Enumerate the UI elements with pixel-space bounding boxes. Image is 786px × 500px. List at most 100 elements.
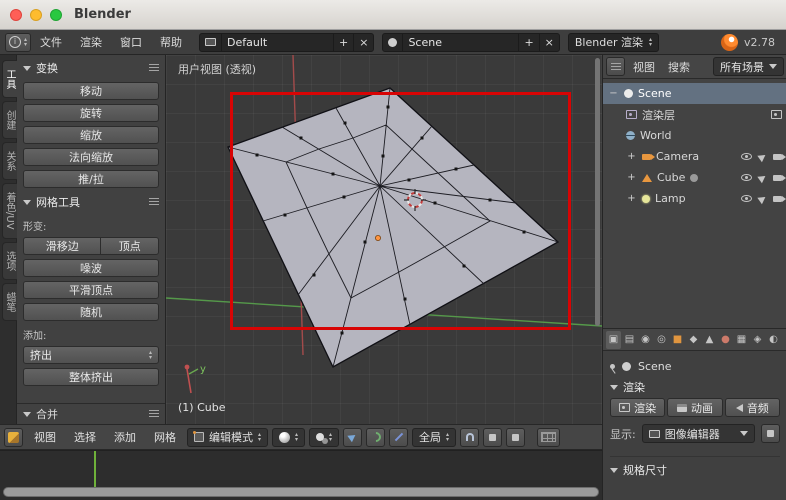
tree-row-cube[interactable]: Cube [603,167,786,188]
renderability-toggle-icon[interactable] [773,174,786,181]
tree-row-camera[interactable]: Camera [603,146,786,167]
tab-relations[interactable]: 关系 [2,142,17,180]
select-menu[interactable]: 选择 [67,429,103,445]
editor-type-button[interactable] [5,32,32,52]
expand-icon[interactable] [626,193,637,204]
timeline-playhead[interactable] [94,451,96,487]
menu-render[interactable]: 渲染 [71,31,111,54]
tab-options[interactable]: 选项 [2,241,17,280]
snap-toggle-button[interactable] [460,427,480,447]
screen-layout-delete-button[interactable]: × [354,34,373,51]
dimensions-section-header[interactable]: 规格尺寸 [610,460,780,480]
tab-physics[interactable]: ◐ [766,331,781,349]
visibility-toggle-icon[interactable] [741,153,752,160]
tab-material[interactable]: ● [718,331,733,349]
tree-row-render-layers[interactable]: 渲染层 [603,104,786,125]
visibility-toggle-icon[interactable] [741,174,752,181]
mode-dropdown[interactable]: 编辑模式 [187,427,269,447]
tree-row-lamp[interactable]: Lamp [603,188,786,209]
timeline-scrollbar[interactable] [3,487,599,497]
layers-button[interactable] [537,427,561,447]
scene-name[interactable]: Scene [403,33,520,51]
screen-layout-name[interactable]: Default [222,33,335,51]
render-display-dropdown[interactable]: 图像编辑器 [641,424,755,443]
add-menu[interactable]: 添加 [107,429,143,445]
push-pull-button[interactable]: 推/拉 [23,170,159,188]
3d-viewport[interactable]: 用户视图 (透视) (1) Cube y [166,55,602,424]
snap-element-button[interactable] [483,427,503,447]
selectability-toggle-icon[interactable] [757,151,768,162]
display-extra-button[interactable] [761,424,780,443]
tab-shading-uv[interactable]: 着色/UV [2,183,17,239]
manipulator-scale-button[interactable] [389,427,409,447]
render-section-header[interactable]: 渲染 [610,377,780,397]
renderability-toggle-icon[interactable] [773,153,786,160]
renderability-toggle-icon[interactable] [773,195,786,202]
tab-particles[interactable]: ◈ [750,331,765,349]
edge-slide-button[interactable]: 滑移边 [23,237,101,255]
outliner-search-menu[interactable]: 搜索 [663,59,695,75]
tab-world[interactable]: ◎ [654,331,669,349]
screen-layout-add-button[interactable]: + [334,33,355,51]
tab-render[interactable]: ▣ [606,330,621,349]
tab-create[interactable]: 创建 [2,101,17,139]
smooth-vertex-button[interactable]: 平滑顶点 [23,281,159,299]
selectability-toggle-icon[interactable] [757,172,768,183]
panel-options-icon[interactable] [149,198,159,206]
noise-button[interactable]: 噪波 [23,259,159,277]
screen-layout-browse-button[interactable] [200,33,223,51]
tab-object-data[interactable]: ▲ [702,331,717,349]
extrude-menu-dropdown[interactable]: 挤出 [23,346,159,364]
tab-scene[interactable]: ◉ [638,331,653,349]
tab-tools[interactable]: 工具 [2,60,17,98]
editor-type-button[interactable] [4,427,23,447]
collapse-icon[interactable] [608,88,619,99]
manipulator-translate-button[interactable] [343,427,363,447]
translate-button[interactable]: 移动 [23,82,159,100]
outliner-view-menu[interactable]: 视图 [628,59,660,75]
scene-browse-button[interactable] [383,33,404,51]
outliner-display-mode-dropdown[interactable]: 所有场景 [713,57,784,76]
tab-texture[interactable]: ▦ [734,331,749,349]
render-audio-button[interactable]: 音频 [724,398,780,417]
scene-add-button[interactable]: + [519,33,540,51]
viewport-shading-dropdown[interactable] [272,427,306,447]
render-still-button[interactable]: 渲染 [610,398,666,417]
pivot-point-dropdown[interactable] [309,427,340,447]
extrude-individual-button[interactable]: 整体挤出 [23,368,159,386]
render-animation-button[interactable]: 动画 [667,398,723,417]
tab-modifiers[interactable]: ◆ [686,331,701,349]
panel-options-icon[interactable] [149,410,159,418]
expand-icon[interactable] [626,151,637,162]
menu-help[interactable]: 帮助 [151,31,191,54]
menu-window[interactable]: 窗口 [111,31,151,54]
vertex-slide-button[interactable]: 顶点 [100,237,159,255]
selectability-toggle-icon[interactable] [757,193,768,204]
scale-button[interactable]: 缩放 [23,126,159,144]
render-engine-dropdown[interactable]: Blender 渲染 [567,32,660,52]
mesh-menu[interactable]: 网格 [147,429,183,445]
panel-options-icon[interactable] [149,64,159,72]
tab-object[interactable]: ■ [670,331,685,349]
outliner-scrollbar[interactable] [595,58,600,326]
tree-row-world[interactable]: World [603,125,786,146]
minimize-window-button[interactable] [30,9,42,21]
transform-orientation-dropdown[interactable]: 全局 [412,427,457,447]
transform-panel-header[interactable]: 变换 [23,58,159,78]
close-window-button[interactable] [10,9,22,21]
tab-grease-pencil[interactable]: 蜡笔 [2,282,17,321]
timeline-editor[interactable] [0,450,602,500]
pin-icon[interactable] [610,363,615,369]
menu-file[interactable]: 文件 [31,31,71,54]
tab-render-layers[interactable]: ▤ [622,331,637,349]
manipulator-rotate-button[interactable] [366,427,386,447]
opengl-render-button[interactable] [506,427,526,447]
visibility-toggle-icon[interactable] [741,195,752,202]
shrink-fatten-button[interactable]: 法向缩放 [23,148,159,166]
zoom-window-button[interactable] [50,9,62,21]
merge-panel-header[interactable]: 合并 [17,403,165,424]
rotate-button[interactable]: 旋转 [23,104,159,122]
randomize-button[interactable]: 随机 [23,303,159,321]
view-menu[interactable]: 视图 [27,429,63,445]
scene-delete-button[interactable]: × [540,34,559,51]
